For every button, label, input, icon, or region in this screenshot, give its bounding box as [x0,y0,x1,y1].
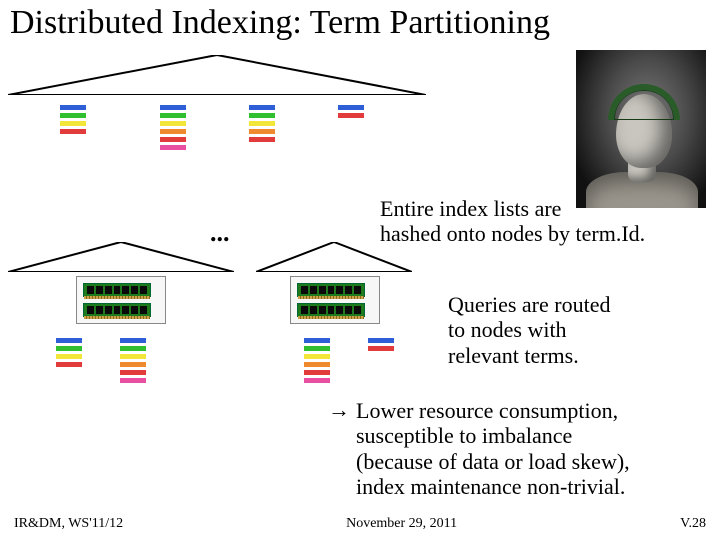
bars-bottom-right-1 [304,338,330,383]
footer: IR&DM, WS'11/12 November 29, 2011 V.28 [0,516,720,532]
bar-red [60,129,86,134]
server-right [290,276,380,324]
text-queries: Queries are routed to nodes with relevan… [448,292,610,368]
bars-top-1 [60,105,86,134]
server-left [76,276,166,324]
bar-pink [304,378,330,383]
bar-yellow [304,354,330,359]
bar-red [120,370,146,375]
bar-red [338,113,364,118]
bar-blue [160,105,186,110]
bar-red [368,346,394,351]
bar-blue [60,105,86,110]
bar-yellow [160,121,186,126]
bar-green [249,113,275,118]
bar-yellow [60,121,86,126]
bar-blue [120,338,146,343]
footer-center: November 29, 2011 [346,516,457,532]
bar-blue [368,338,394,343]
triangle-top [8,55,426,95]
bar-yellow [56,354,82,359]
footer-left: IR&DM, WS'11/12 [14,516,123,532]
page-title: Distributed Indexing: Term Partitioning [10,4,550,42]
bar-blue [304,338,330,343]
triangle-bottom-left [8,242,234,272]
bar-red [249,137,275,142]
bar-blue [56,338,82,343]
bar-yellow [120,354,146,359]
bars-top-4 [338,105,364,118]
arrow-icon: → [328,398,350,422]
bar-blue [249,105,275,110]
bars-bottom-right-2 [368,338,394,351]
bar-green [56,346,82,351]
bar-orange [249,129,275,134]
bar-orange [160,129,186,134]
bars-top-3 [249,105,275,142]
bars-bottom-left-1 [56,338,82,367]
text-hash: Entire index lists are hashed onto nodes… [380,196,645,247]
bar-yellow [249,121,275,126]
footer-right: V.28 [680,516,706,532]
bar-red [160,137,186,142]
bar-orange [304,362,330,367]
bar-green [160,113,186,118]
bars-top-2 [160,105,186,150]
bar-green [120,346,146,351]
bar-red [56,362,82,367]
bar-green [60,113,86,118]
caesar-image [576,50,706,208]
bar-red [304,370,330,375]
bar-pink [160,145,186,150]
bar-orange [120,362,146,367]
bar-pink [120,378,146,383]
text-lower-block: → Lower resource consumption, susceptibl… [328,398,630,499]
text-lower: Lower resource consumption, susceptible … [356,398,630,499]
bar-blue [338,105,364,110]
bar-green [304,346,330,351]
bars-bottom-left-2 [120,338,146,383]
